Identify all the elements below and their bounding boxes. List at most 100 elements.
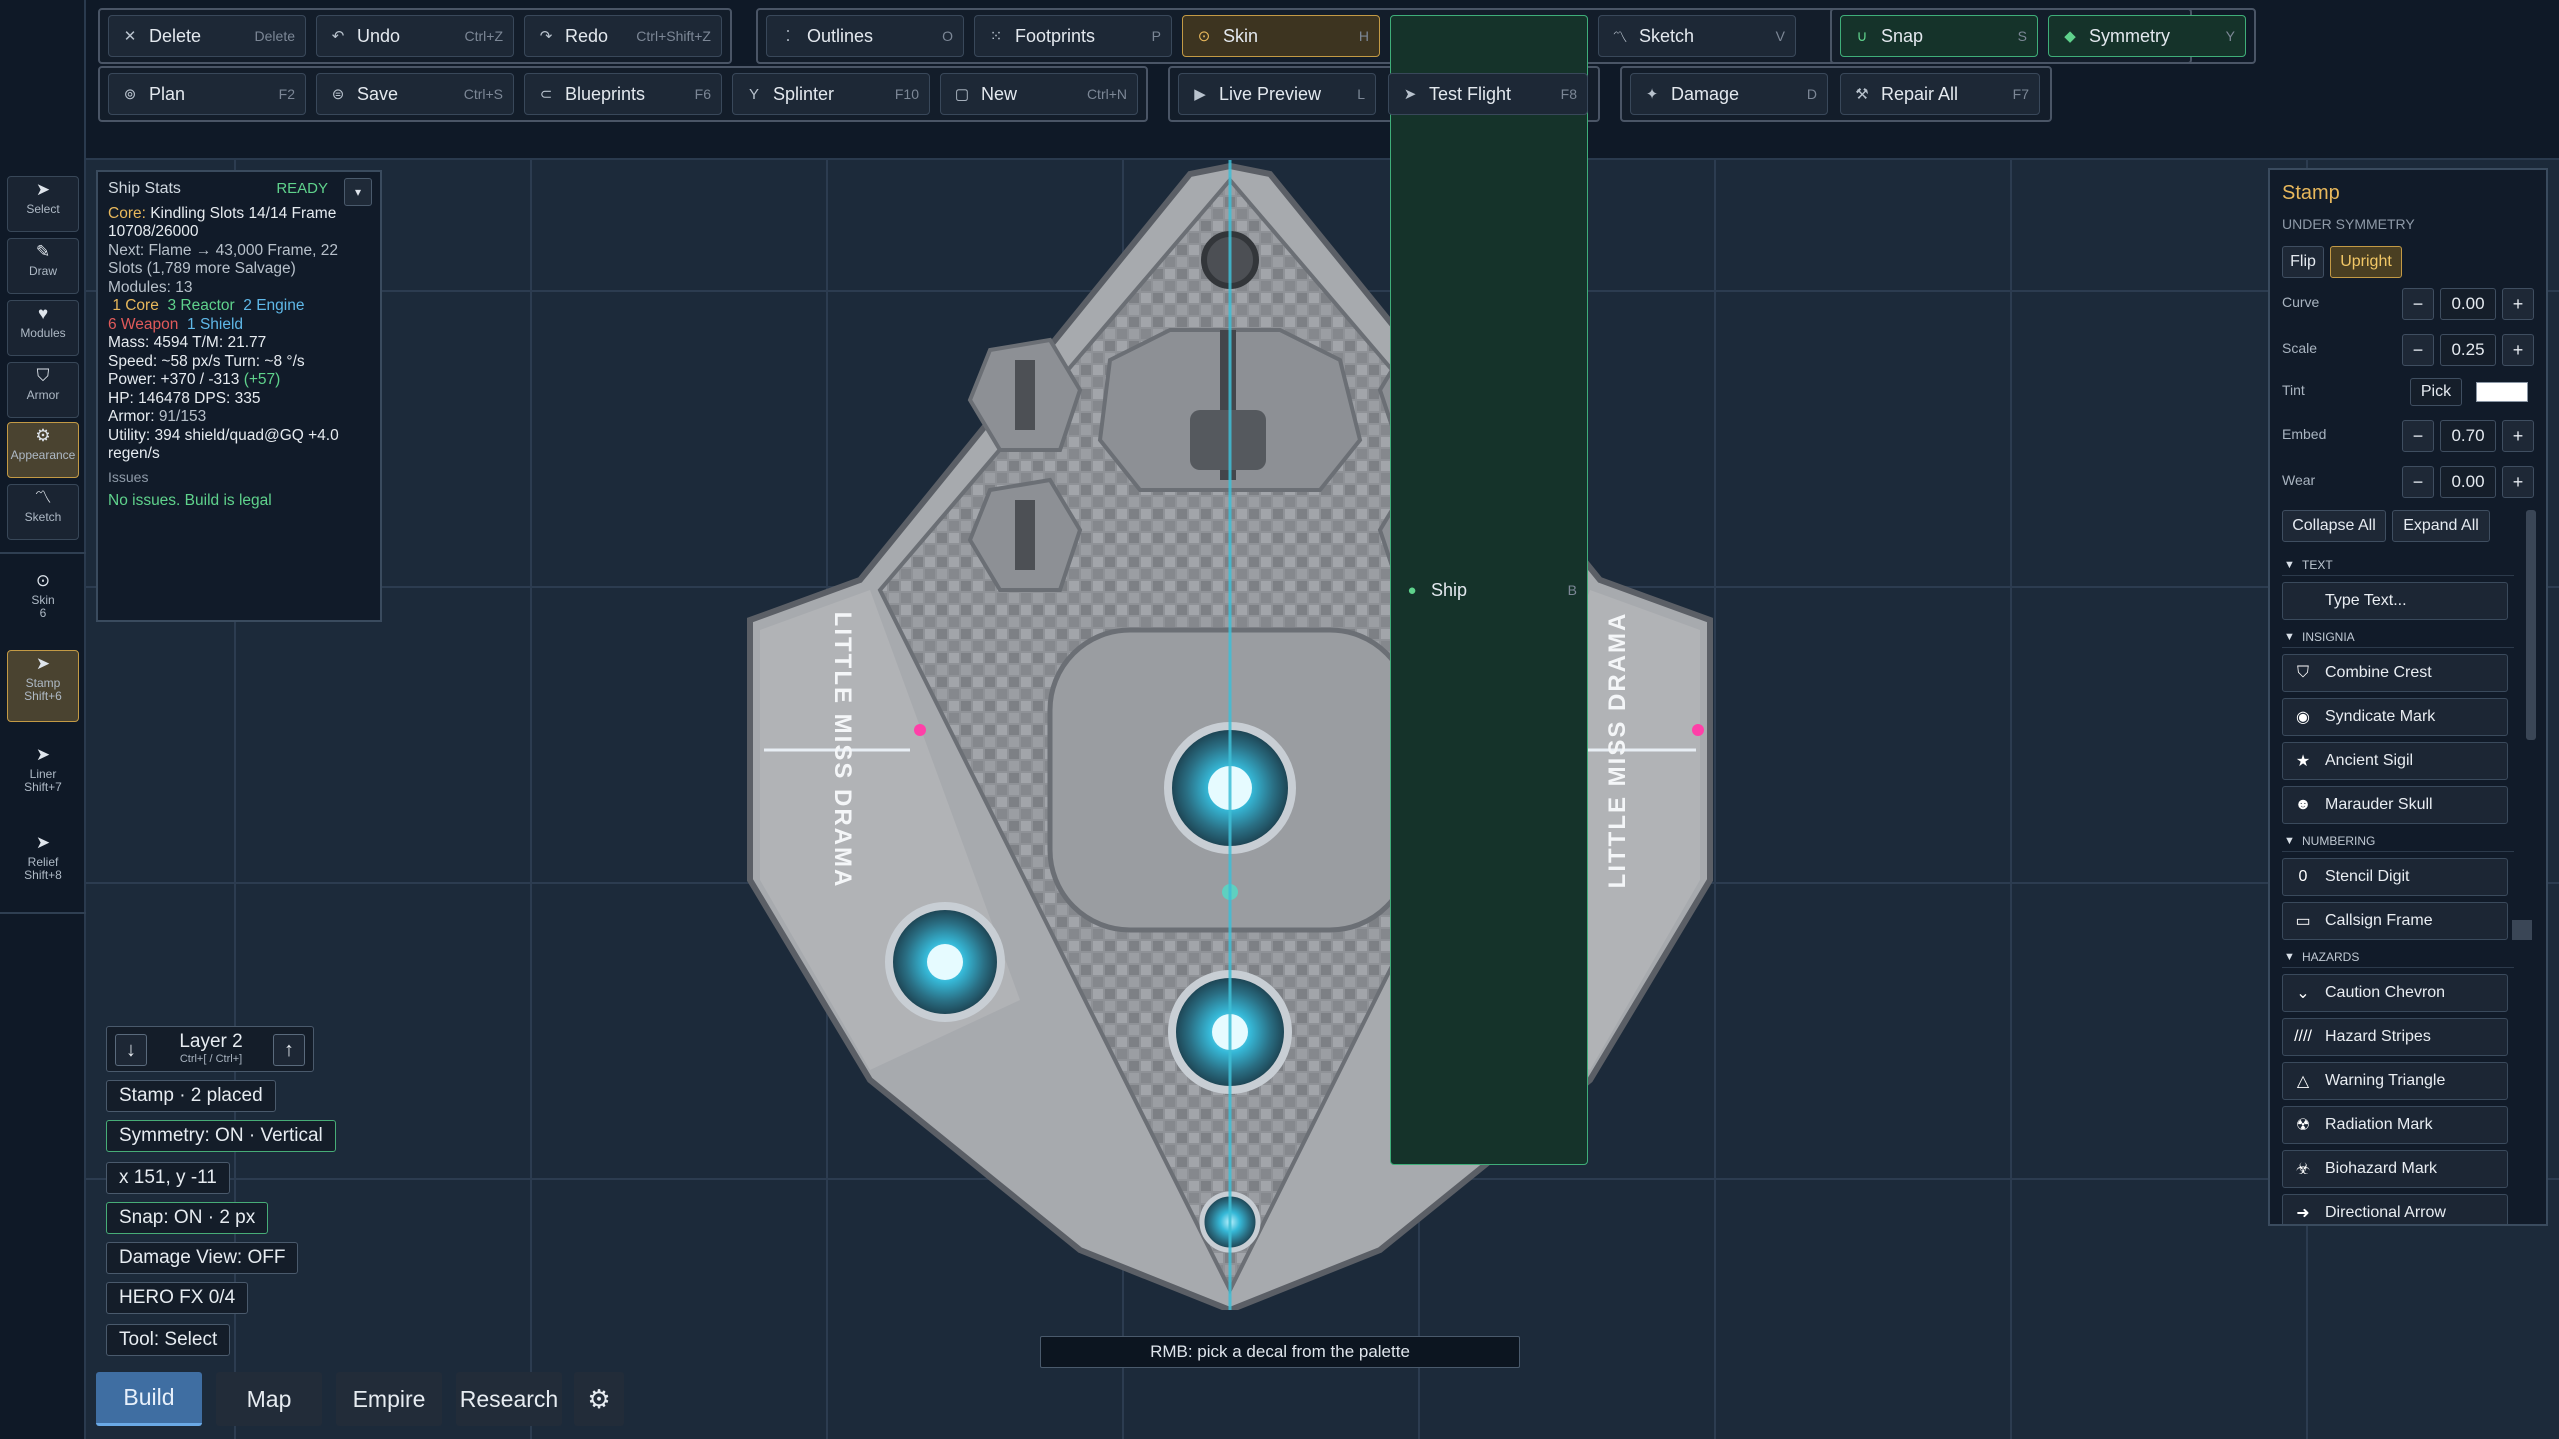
tool-select[interactable]: ➤ Select xyxy=(7,176,79,232)
palette-combine-crest[interactable]: ⛉ Combine Crest xyxy=(2282,654,2508,692)
tint-pick-button[interactable]: Pick xyxy=(2410,378,2462,406)
palette-marauder-skull[interactable]: ☻ Marauder Skull xyxy=(2282,786,2508,824)
stats-dropdown-button[interactable]: ▾ xyxy=(344,178,372,206)
section-text[interactable]: ▼ TEXT xyxy=(2282,554,2514,576)
palette-caution-chevron[interactable]: ⌄ Caution Chevron xyxy=(2282,974,2508,1012)
palette-radiation-mark[interactable]: ☢ Radiation Mark xyxy=(2282,1106,2508,1144)
tint-swatch[interactable] xyxy=(2476,382,2528,402)
ship-icon: ● xyxy=(1407,581,1417,599)
embed-increment[interactable]: + xyxy=(2502,420,2534,452)
rail-divider xyxy=(0,912,86,914)
section-hazards[interactable]: ▼ HAZARDS xyxy=(2282,946,2514,968)
skin-icon: ⊙ xyxy=(1197,28,1211,45)
blueprint-icon: ⊂ xyxy=(539,86,553,103)
mass-line: Mass: 4594 T/M: 21.77 xyxy=(108,334,267,351)
tool-draw[interactable]: ✎ Draw xyxy=(7,238,79,294)
close-icon: ✕ xyxy=(123,28,137,45)
section-insignia[interactable]: ▼ INSIGNIA xyxy=(2282,626,2514,648)
layer-down-button[interactable]: ↓ xyxy=(115,1034,147,1066)
scale-value[interactable]: 0.25 xyxy=(2440,334,2496,366)
palette-directional-arrow[interactable]: ➜ Directional Arrow xyxy=(2282,1194,2508,1224)
undo-button[interactable]: ↶ Undo Ctrl+Z xyxy=(316,15,514,57)
wear-increment[interactable]: + xyxy=(2502,466,2534,498)
palette-scrollbar[interactable] xyxy=(2526,510,2536,740)
embed-decrement[interactable]: − xyxy=(2402,420,2434,452)
undo-icon: ↶ xyxy=(331,28,345,45)
symmetry-button[interactable]: ◆ Symmetry Y xyxy=(2048,15,2246,57)
appearance-icon: ⚙ xyxy=(35,426,51,445)
palette-callsign-frame[interactable]: ▭ Callsign Frame xyxy=(2282,902,2508,940)
expand-all-button[interactable]: Expand All xyxy=(2392,510,2490,542)
upright-toggle[interactable]: Upright xyxy=(2330,246,2402,278)
live-preview-button[interactable]: ▶ Live Preview L xyxy=(1178,73,1376,115)
settings-button[interactable]: ⚙ xyxy=(574,1372,624,1426)
tab-build[interactable]: Build xyxy=(96,1372,202,1426)
tab-research[interactable]: Research xyxy=(456,1372,562,1426)
palette-ancient-sigil[interactable]: ★ Ancient Sigil xyxy=(2282,742,2508,780)
scale-decrement[interactable]: − xyxy=(2402,334,2434,366)
delete-button[interactable]: ✕ Delete Delete xyxy=(108,15,306,57)
damage-button[interactable]: ✦ Damage D xyxy=(1630,73,1828,115)
sketch-button[interactable]: 〽 Sketch V xyxy=(1598,15,1796,57)
sketch-icon: 〽 xyxy=(1612,28,1628,46)
redo-button[interactable]: ↷ Redo Ctrl+Shift+Z xyxy=(524,15,722,57)
palette-syndicate-mark[interactable]: ◉ Syndicate Mark xyxy=(2282,698,2508,736)
save-button[interactable]: ⊜ Save Ctrl+S xyxy=(316,73,514,115)
star-icon: ★ xyxy=(2295,753,2311,770)
palette-stencil-digit[interactable]: 0 Stencil Digit xyxy=(2282,858,2508,896)
collapse-all-button[interactable]: Collapse All xyxy=(2282,510,2386,542)
tool-liner[interactable]: ➤ Liner Shift+7 xyxy=(7,742,79,806)
tint-label: Tint xyxy=(2282,382,2305,398)
palette-biohazard-mark[interactable]: ☣ Biohazard Mark xyxy=(2282,1150,2508,1188)
issues-heading: Issues xyxy=(108,468,149,485)
tab-map[interactable]: Map xyxy=(216,1372,322,1426)
curve-value[interactable]: 0.00 xyxy=(2440,288,2496,320)
test-flight-button[interactable]: ➤ Test Flight F8 xyxy=(1388,73,1588,115)
ship-button[interactable]: ● Ship B xyxy=(1390,15,1588,1165)
palette-scroll-thumb[interactable] xyxy=(2512,920,2532,940)
crest-icon: ⛉ xyxy=(2296,664,2309,681)
module-breakdown: 1 Core 3 Reactor 2 Engine 6 Weapon 1 Shi… xyxy=(108,297,305,333)
palette-type-text[interactable]: Type Text... xyxy=(2282,582,2508,620)
section-numbering[interactable]: ▼ NUMBERING xyxy=(2282,830,2514,852)
snap-button[interactable]: ∪ Snap S xyxy=(1840,15,2038,57)
palette-hazard-stripes[interactable]: ////Hazard Stripes xyxy=(2282,1018,2508,1056)
plan-button[interactable]: ⊚ Plan F2 xyxy=(108,73,306,115)
tool-appearance[interactable]: ⚙ Appearance xyxy=(7,422,79,478)
outlines-button[interactable]: ⁚ Outlines O xyxy=(766,15,964,57)
armor-line: Armor: 91/153 xyxy=(108,408,207,425)
tab-empire[interactable]: Empire xyxy=(336,1372,442,1426)
footprints-button[interactable]: ⁙ Footprints P xyxy=(974,15,1172,57)
syndicate-icon: ◉ xyxy=(2296,709,2310,726)
tool-modules[interactable]: ♥ Modules xyxy=(7,300,79,356)
stats-title: Ship Stats xyxy=(108,180,181,197)
snap-indicator: Snap: ON · 2 px xyxy=(106,1202,269,1234)
save-icon: ⊜ xyxy=(331,86,345,103)
utility-line: Utility: 394 shield/quad@GQ +4.0 regen/s xyxy=(108,426,339,463)
stamp-decal-right[interactable]: LITTLE MISS DRAMA xyxy=(1604,530,1632,970)
stamp-decal-left[interactable]: LITTLE MISS DRAMA xyxy=(828,530,856,970)
tool-armor[interactable]: ⛉ Armor xyxy=(7,362,79,418)
palette-warning-triangle[interactable]: △ Warning Triangle xyxy=(2282,1062,2508,1100)
curve-decrement[interactable]: − xyxy=(2402,288,2434,320)
repair-all-button[interactable]: ⚒ Repair All F7 xyxy=(1840,73,2040,115)
skin-button[interactable]: ⊙ Skin H xyxy=(1182,15,1380,57)
splinter-button[interactable]: Y Splinter F10 xyxy=(732,73,930,115)
new-button[interactable]: ▢ New Ctrl+N xyxy=(940,73,1138,115)
tool-stamp[interactable]: ➤ Stamp Shift+6 xyxy=(7,650,79,722)
tool-skin[interactable]: ⊙ Skin 6 xyxy=(7,568,79,632)
shield-icon: ⛉ xyxy=(36,366,50,385)
panel-title: Stamp xyxy=(2282,182,2340,204)
layer-up-button[interactable]: ↑ xyxy=(273,1034,305,1066)
embed-value[interactable]: 0.70 xyxy=(2440,420,2496,452)
tool-sketch[interactable]: 〽 Sketch xyxy=(7,484,79,540)
hint-bar: RMB: pick a decal from the palette xyxy=(1040,1336,1520,1368)
blueprints-button[interactable]: ⊂ Blueprints F6 xyxy=(524,73,722,115)
tool-relief[interactable]: ➤ Relief Shift+8 xyxy=(7,830,79,894)
liner-icon: ➤ xyxy=(35,745,51,764)
flip-button[interactable]: Flip xyxy=(2282,246,2324,278)
scale-increment[interactable]: + xyxy=(2502,334,2534,366)
wear-value[interactable]: 0.00 xyxy=(2440,466,2496,498)
wear-decrement[interactable]: − xyxy=(2402,466,2434,498)
curve-increment[interactable]: + xyxy=(2502,288,2534,320)
